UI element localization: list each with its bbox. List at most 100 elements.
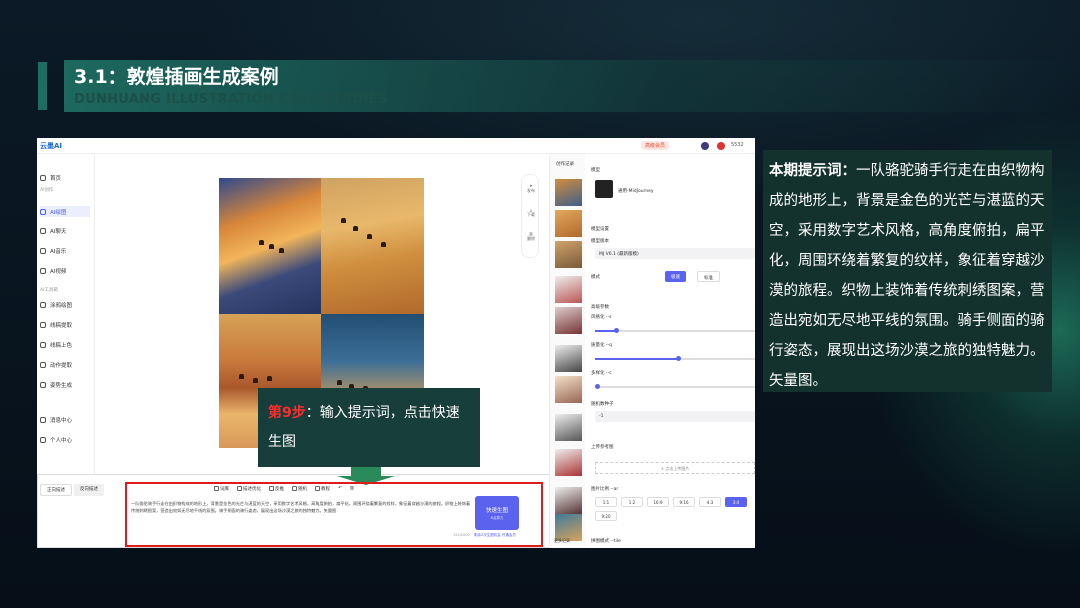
model-version-label: 模型版本: [591, 239, 609, 244]
prompt-info-box: 本期提示词：一队骆驼骑手行走在由织物构成的地形上，背景是金色的光芒与湛蓝的天空，…: [763, 150, 1052, 392]
music-icon: [40, 247, 46, 254]
seed-input[interactable]: -1: [595, 411, 755, 422]
model-name[interactable]: 通用-MidJourney: [618, 188, 654, 194]
slide-subtitle: DUNHUANG ILLUSTRATION CASE STUDIES: [74, 92, 388, 107]
camel-shape: [239, 374, 244, 379]
palette-icon: [40, 341, 46, 348]
advanced-params-label: 高级参数: [591, 305, 609, 310]
generated-image-2[interactable]: [321, 178, 424, 314]
aspect-ratio-label: 图片比例 --ar: [591, 487, 619, 492]
sidebar-item-home[interactable]: 首页: [40, 172, 61, 183]
motion-icon: [40, 361, 46, 368]
model-settings-label: 模型设置: [591, 227, 609, 232]
history-thumb[interactable]: [555, 210, 582, 237]
model-version-select[interactable]: MJ V6.1 (最新版模): [595, 248, 755, 259]
history-label: 创作记录: [556, 162, 574, 167]
history-thumb[interactable]: [555, 241, 582, 268]
quality-knob[interactable]: [676, 356, 681, 361]
generated-image-1[interactable]: [219, 178, 321, 314]
history-thumb[interactable]: [555, 414, 582, 441]
sidebar-group-create: AI创作: [40, 188, 54, 193]
video-icon: [40, 267, 46, 274]
ratio-option[interactable]: 9:16: [673, 497, 695, 507]
ratio-option-selected[interactable]: 3:4: [725, 497, 747, 507]
delete-button[interactable]: ▥ 删除: [522, 231, 540, 242]
sidebar-item-motion[interactable]: 动作提取: [40, 359, 72, 370]
tab-negative-prompt[interactable]: 反向描述: [74, 484, 104, 496]
mode-label: 模式: [591, 275, 600, 280]
user-avatar[interactable]: [717, 142, 725, 150]
variety-knob[interactable]: [595, 384, 600, 389]
title-accent-bar: [38, 62, 47, 110]
history-thumb[interactable]: [555, 179, 582, 206]
camel-shape: [267, 376, 272, 381]
step-number: 第9步: [268, 405, 306, 421]
sidebar-item-ai-chat[interactable]: AI聊天: [40, 225, 66, 236]
download-button[interactable]: ⤓ 下载: [522, 207, 540, 218]
lineart-icon: [40, 321, 46, 328]
camel-shape: [279, 248, 284, 253]
settings-panel: 模型 通用-MidJourney 模型设置 模型版本 MJ V6.1 (最新版模…: [585, 154, 755, 548]
upload-reference-button[interactable]: + 点击上传图片: [595, 462, 755, 474]
sidebar-item-ai-video[interactable]: AI视频: [40, 265, 66, 276]
history-thumb[interactable]: [555, 345, 582, 372]
sidebar-item-sketch[interactable]: 涂鸦绘图: [40, 299, 72, 310]
mode-relax-button[interactable]: 标准: [697, 271, 720, 282]
variety-slider[interactable]: [595, 384, 755, 389]
camel-shape: [381, 242, 386, 247]
stylize-fill: [595, 330, 616, 332]
sketch-icon: [40, 301, 46, 308]
history-thumb[interactable]: [555, 514, 582, 541]
app-logo[interactable]: 云墨AI: [40, 141, 62, 151]
info-label: 本期提示词：: [769, 163, 856, 179]
slide-title: 3.1：敦煌插画生成案例: [74, 66, 279, 88]
tab-positive-prompt[interactable]: 正向描述: [40, 484, 72, 496]
stylize-knob[interactable]: [614, 328, 619, 333]
history-more-link[interactable]: 更多记录: [554, 538, 570, 544]
aspect-ratio-options: 1:1 1:2 16:9 9:16 4:3 3:4 9:20: [595, 497, 755, 521]
camel-shape: [259, 240, 264, 245]
ratio-option[interactable]: 4:3: [699, 497, 721, 507]
sidebar-group-tools: AI工具箱: [40, 288, 58, 293]
quality-slider[interactable]: [595, 356, 755, 361]
camel-shape: [253, 378, 258, 383]
ratio-option[interactable]: 9:20: [595, 511, 617, 521]
image-toolbar: ➤ 发布 ⤓ 下载 ▥ 删除: [521, 174, 539, 258]
history-thumb[interactable]: [555, 376, 582, 403]
sidebar-item-pose[interactable]: 姿势生成: [40, 379, 72, 390]
variety-label: 多样化 --c: [591, 371, 612, 376]
camel-shape: [269, 244, 274, 249]
ratio-option[interactable]: 1:1: [595, 497, 617, 507]
camel-shape: [367, 234, 372, 239]
history-thumb[interactable]: [555, 307, 582, 334]
home-icon: [40, 174, 46, 181]
sidebar-item-messages[interactable]: 消息中心: [40, 414, 72, 425]
arrow-down-icon: [351, 467, 381, 476]
camel-shape: [353, 226, 358, 231]
camel-shape: [337, 380, 342, 385]
vip-badge[interactable]: 高级会员: [641, 141, 670, 150]
tile-mode-label: 拼图模式 --tile: [591, 539, 621, 544]
prompt-tabs: 正向描述 反向描述: [40, 484, 104, 496]
ratio-option[interactable]: 1:2: [621, 497, 643, 507]
quality-fill: [595, 358, 678, 360]
history-thumb[interactable]: [555, 276, 582, 303]
sidebar-item-profile[interactable]: 个人中心: [40, 434, 72, 445]
theme-toggle-icon[interactable]: [701, 142, 709, 150]
info-text: 一队骆驼骑手行走在由织物构成的地形上，背景是金色的光芒与湛蓝的天空，采用数字艺术…: [769, 163, 1045, 389]
history-thumb[interactable]: [555, 487, 582, 514]
sidebar-item-lineart[interactable]: 线稿提取: [40, 319, 72, 330]
history-thumb[interactable]: [555, 449, 582, 476]
points-count: 5532: [731, 142, 744, 148]
mode-fast-button[interactable]: 极速: [665, 271, 686, 282]
history-column: 创作记录 更多记录: [549, 154, 585, 548]
ratio-option[interactable]: 16:9: [647, 497, 669, 507]
stylize-slider[interactable]: [595, 328, 755, 333]
sidebar-item-ai-drawing[interactable]: AI绘图: [40, 206, 90, 217]
model-thumbnail[interactable]: [595, 180, 613, 198]
share-button[interactable]: ➤ 发布: [522, 183, 540, 194]
reference-image-label: 上传参考图: [591, 445, 614, 450]
top-bar: 云墨AI 高级会员 5532: [37, 138, 755, 154]
sidebar-item-ai-music[interactable]: AI音乐: [40, 245, 66, 256]
sidebar-item-coloring[interactable]: 线稿上色: [40, 339, 72, 350]
